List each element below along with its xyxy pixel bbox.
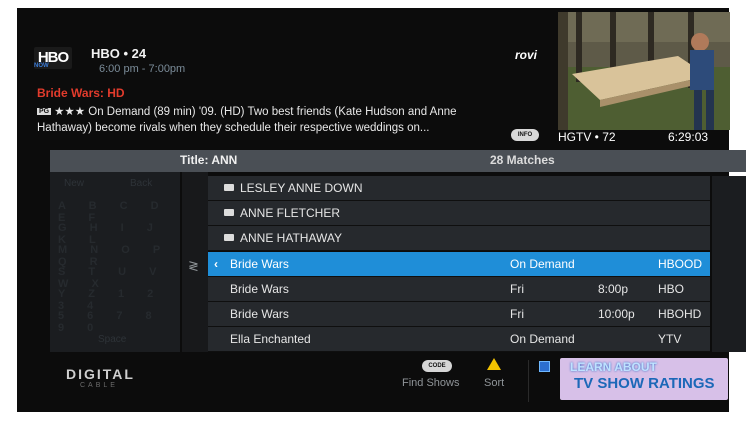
result-channel: HBOHD <box>658 307 702 321</box>
footer-divider <box>528 360 529 402</box>
program-time: 6:00 pm - 7:00pm <box>99 63 186 75</box>
result-day: Fri <box>510 282 524 296</box>
folder-item[interactable]: LESLEY ANNE DOWN <box>208 176 710 201</box>
result-title: Bride Wars <box>230 307 289 321</box>
folder-item[interactable]: ANNE FLETCHER <box>208 201 710 226</box>
program-description: PG ★★★ On Demand (89 min) '09. (HD) Two b… <box>37 104 557 118</box>
folder-icon <box>224 209 234 216</box>
result-time: 8:00p <box>598 282 629 296</box>
brand-sublogo: CABLE <box>80 382 118 389</box>
result-row[interactable]: Ella Enchanted On Demand YTV <box>208 327 710 352</box>
folder-icon <box>224 184 234 191</box>
find-shows-button[interactable]: Find Shows <box>402 377 459 389</box>
double-chevron-icon: ≷ <box>188 258 199 273</box>
list-scroll-track <box>712 176 746 352</box>
result-row[interactable]: ‹ Bride Wars On Demand HBOOD <box>208 252 710 277</box>
keyboard-space-button[interactable]: Space <box>98 334 126 345</box>
keyboard-row[interactable]: S T U V W X <box>58 266 178 290</box>
code-button-icon[interactable]: CODE <box>422 360 452 372</box>
keyboard-row[interactable]: M N O P Q R <box>58 244 178 268</box>
folder-label: ANNE FLETCHER <box>240 206 341 220</box>
keyboard-row[interactable]: A B C D E F <box>58 200 178 224</box>
blue-square-icon <box>539 361 550 372</box>
brand-logo: DIGITAL <box>66 366 135 382</box>
result-title: Bride Wars <box>230 282 289 296</box>
program-title: Bride Wars: HD <box>37 86 125 100</box>
result-title: Ella Enchanted <box>230 332 311 346</box>
search-title: Title: ANN <box>180 153 238 167</box>
sort-button[interactable]: Sort <box>484 377 504 389</box>
description-line-2: Hathaway) become rivals when they schedu… <box>37 122 430 134</box>
channel-logo: HBO NOW <box>34 47 72 69</box>
result-day: On Demand <box>510 332 575 346</box>
keyboard-new-button[interactable]: New <box>64 178 84 189</box>
rovi-logo: rovi <box>515 48 538 62</box>
preview-video[interactable] <box>558 12 730 130</box>
info-button[interactable]: INFO <box>511 129 539 141</box>
folder-label: LESLEY ANNE DOWN <box>240 181 363 195</box>
keyboard-row[interactable]: 5 6 7 8 9 0 <box>58 310 178 334</box>
preview-channel: HGTV • 72 <box>558 130 616 144</box>
preview-image <box>558 12 730 130</box>
result-row[interactable]: Bride Wars Fri 10:00p HBOHD <box>208 302 710 327</box>
result-row[interactable]: Bride Wars Fri 8:00p HBO <box>208 277 710 302</box>
folder-item[interactable]: ANNE HATHAWAY <box>208 226 710 251</box>
channel-name: HBO • 24 <box>91 46 147 61</box>
description-line-1: ★★★ On Demand (89 min) '09. (HD) Two bes… <box>54 106 457 118</box>
keyboard-toggle[interactable]: ≷ <box>182 172 208 352</box>
search-title-bar <box>50 150 746 172</box>
banner-line-2: TV SHOW RATINGS <box>574 375 715 392</box>
tv-ratings-banner[interactable]: LEARN ABOUT TV SHOW RATINGS <box>560 358 728 400</box>
folder-icon <box>224 234 234 241</box>
banner-line-1: LEARN ABOUT <box>570 360 657 374</box>
result-channel: HBO <box>658 282 685 296</box>
triangle-button-icon[interactable] <box>487 358 501 370</box>
onscreen-keyboard: New Back A B C D E F G H I J K L M N O P… <box>50 172 180 352</box>
keyboard-row[interactable]: G H I J K L <box>58 222 178 246</box>
folder-label: ANNE HATHAWAY <box>240 231 343 245</box>
result-time: 10:00p <box>598 307 635 321</box>
result-title: Bride Wars <box>230 257 289 271</box>
result-channel: HBOOD <box>658 257 703 271</box>
keyboard-row[interactable]: Y Z 1 2 3 4 <box>58 288 178 312</box>
match-count: 28 Matches <box>490 153 555 167</box>
result-channel: YTV <box>658 332 682 346</box>
chevron-left-icon: ‹ <box>214 257 218 271</box>
result-day: On Demand <box>510 257 575 271</box>
keyboard-back-button[interactable]: Back <box>130 178 152 189</box>
result-day: Fri <box>510 307 524 321</box>
rating-badge: PG <box>37 108 52 116</box>
preview-time: 6:29:03 <box>668 130 709 144</box>
